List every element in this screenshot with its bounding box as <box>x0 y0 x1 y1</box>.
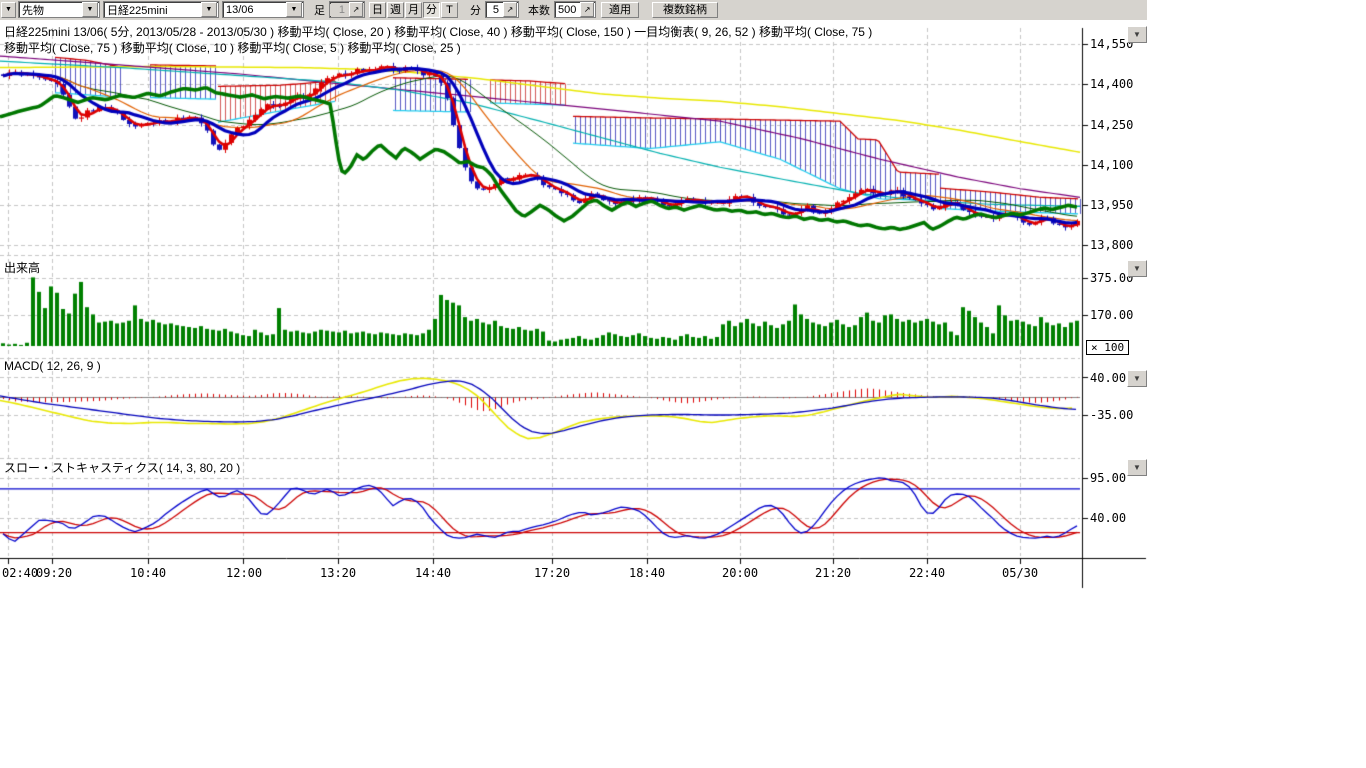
volume-panel-label: 出来高 <box>4 259 40 276</box>
bar-interval-spinner[interactable]: 1 ↗ <box>329 1 365 18</box>
time-axis-label: 09:20 <box>36 566 72 580</box>
stoch-axis-label: 40.00 <box>1090 511 1126 525</box>
chevron-down-icon[interactable]: ▼ <box>201 2 217 17</box>
price-axis-label: 14,250 <box>1090 118 1133 132</box>
macd-axis-label: -35.00 <box>1090 408 1133 422</box>
macd-axis-label: 40.00 <box>1090 371 1126 385</box>
volume-axis-label: 170.00 <box>1090 308 1133 322</box>
macd-panel-label: MACD( 12, 26, 9 ) <box>4 359 101 373</box>
period-button-minute[interactable]: 分 <box>423 2 440 18</box>
toolbar: ▼ 先物 ▼ 日経225mini ▼ 13/06 ▼ 足 1 ↗ 日 週 月 分… <box>0 0 1147 20</box>
toolbar-mini-dropdown[interactable]: ▼ <box>1 2 16 18</box>
time-axis-label: 02:40 <box>2 566 38 580</box>
price-panel-collapse-button[interactable]: ▼ <box>1127 26 1147 43</box>
price-axis-label: 14,100 <box>1090 158 1133 172</box>
time-axis-label: 05/30 <box>1002 566 1038 580</box>
stoch-axis-label: 95.00 <box>1090 471 1126 485</box>
minute-label: 分 <box>466 2 485 18</box>
time-axis-label: 13:20 <box>320 566 356 580</box>
macd-panel-collapse-button[interactable]: ▼ <box>1127 370 1147 387</box>
spinner-icon[interactable]: ↗ <box>349 2 363 17</box>
contract-select[interactable]: 13/06 ▼ <box>222 1 304 18</box>
time-axis-label: 20:00 <box>722 566 758 580</box>
bar-type-label: 足 <box>310 2 329 18</box>
contract-select-value: 13/06 <box>223 4 285 16</box>
chevron-down-icon[interactable]: ▼ <box>286 2 302 17</box>
volume-multiplier-box: × 100 <box>1086 340 1129 355</box>
indicator-header-line1: 日経225mini 13/06( 5分, 2013/05/28 - 2013/0… <box>4 23 872 40</box>
chart-canvas[interactable] <box>0 0 1150 600</box>
time-axis-label: 10:40 <box>130 566 166 580</box>
price-axis-label: 13,950 <box>1090 198 1133 212</box>
symbol-select-value: 日経225mini <box>104 2 200 18</box>
chevron-down-icon: ▼ <box>5 3 12 17</box>
bars-count-value: 500 <box>555 4 579 16</box>
time-axis-label: 12:00 <box>226 566 262 580</box>
volume-panel-collapse-button[interactable]: ▼ <box>1127 260 1147 277</box>
period-button-week[interactable]: 週 <box>387 2 404 18</box>
period-button-tick[interactable]: T <box>441 2 458 18</box>
chevron-down-icon: ▼ <box>1133 264 1141 273</box>
chevron-down-icon: ▼ <box>1133 463 1141 472</box>
period-button-day[interactable]: 日 <box>369 2 386 18</box>
stoch-panel-label: スロー・ストキャスティクス( 14, 3, 80, 20 ) <box>4 459 240 476</box>
time-axis-label: 14:40 <box>415 566 451 580</box>
apply-button[interactable]: 適用 <box>601 2 639 18</box>
symbol-select[interactable]: 日経225mini ▼ <box>103 1 219 18</box>
bar-interval-value: 1 <box>330 4 348 16</box>
time-axis-label: 18:40 <box>629 566 665 580</box>
stoch-panel-collapse-button[interactable]: ▼ <box>1127 459 1147 476</box>
period-button-month[interactable]: 月 <box>405 2 422 18</box>
indicator-header-line2: 移動平均( Close, 75 ) 移動平均( Close, 10 ) 移動平均… <box>4 39 461 56</box>
app-window: ▼ 先物 ▼ 日経225mini ▼ 13/06 ▼ 足 1 ↗ 日 週 月 分… <box>0 0 1366 768</box>
price-axis-label: 14,400 <box>1090 77 1133 91</box>
time-axis-label: 17:20 <box>534 566 570 580</box>
minute-value: 5 <box>486 4 502 16</box>
bars-count-label: 本数 <box>524 2 554 18</box>
minute-spinner[interactable]: 5 ↗ <box>485 1 519 18</box>
market-select[interactable]: 先物 ▼ <box>18 1 100 18</box>
spinner-icon[interactable]: ↗ <box>503 2 517 17</box>
price-axis-label: 13,800 <box>1090 238 1133 252</box>
spinner-icon[interactable]: ↗ <box>580 2 594 17</box>
time-axis-label: 22:40 <box>909 566 945 580</box>
market-select-value: 先物 <box>19 2 81 18</box>
chevron-down-icon: ▼ <box>1133 374 1141 383</box>
bars-count-spinner[interactable]: 500 ↗ <box>554 1 596 18</box>
chevron-down-icon[interactable]: ▼ <box>82 2 98 17</box>
chevron-down-icon: ▼ <box>1133 30 1141 39</box>
time-axis-label: 21:20 <box>815 566 851 580</box>
multi-symbol-button[interactable]: 複数銘柄 <box>652 2 718 18</box>
